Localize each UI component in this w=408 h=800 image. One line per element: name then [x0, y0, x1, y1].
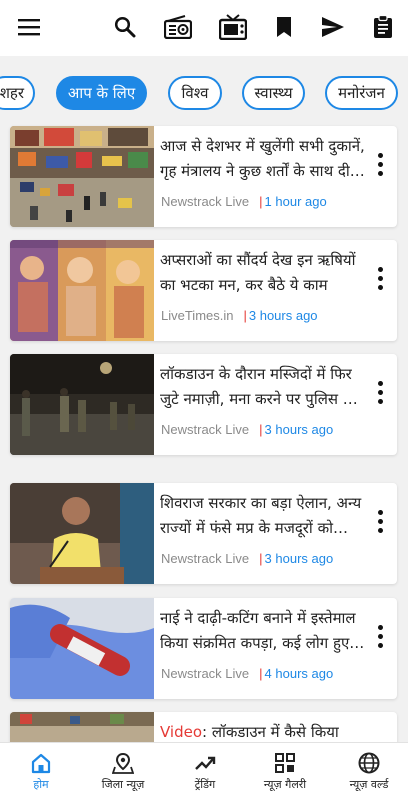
chip-city[interactable]: शहर [0, 76, 35, 110]
bookmark-icon[interactable] [266, 10, 302, 44]
news-source: LiveTimes.in [161, 308, 234, 323]
nav-trending[interactable]: ट्रेंडिंग [180, 743, 230, 800]
news-headline[interactable]: अप्सराओं का सौंदर्य देख इन ऋषियों का भटक… [160, 248, 365, 300]
news-headline-text: : लॉकडाउन में कैसे किया [202, 723, 339, 741]
news-meta: Newstrack Live | 3 hours ago [161, 551, 333, 566]
news-time: 3 hours ago [264, 551, 334, 566]
news-time: 3 hours ago [264, 422, 334, 437]
search-icon[interactable] [107, 10, 143, 44]
bottom-navigation: होम जिला न्यूज़ ट्रेंडिंग न्यूज़ गैलरी न… [0, 742, 408, 800]
news-thumbnail [10, 354, 154, 455]
news-source: Newstrack Live [161, 666, 250, 681]
news-thumbnail [10, 240, 154, 341]
chip-health[interactable]: स्वास्थ्य [242, 76, 305, 110]
nav-label: ट्रेंडिंग [194, 778, 216, 791]
meta-separator: | [259, 666, 263, 681]
trending-icon [195, 756, 216, 770]
meta-separator: | [259, 551, 263, 566]
nav-district-news[interactable]: जिला न्यूज़ [88, 743, 158, 800]
chip-for-you[interactable]: आप के लिए [56, 76, 147, 110]
map-pin-icon [112, 752, 134, 774]
news-source: Newstrack Live [161, 551, 250, 566]
more-options-icon[interactable] [367, 258, 393, 298]
clipboard-icon[interactable] [365, 10, 401, 44]
news-thumbnail [10, 126, 154, 227]
nav-label: होम [33, 778, 49, 791]
news-card[interactable]: शिवराज सरकार का बड़ा ऐलान, अन्य राज्यों … [10, 483, 397, 584]
nav-label: जिला न्यूज़ [101, 778, 145, 791]
nav-home[interactable]: होम [18, 743, 64, 800]
news-time: 4 hours ago [264, 666, 334, 681]
news-headline[interactable]: नाई ने दाढ़ी-कटिंग बनाने में इस्तेमाल कि… [160, 606, 365, 658]
category-tabs: शहर आप के लिए विश्व स्वास्थ्य मनोरंजन [0, 76, 408, 114]
menu-icon[interactable] [11, 10, 47, 44]
more-options-icon[interactable] [367, 144, 393, 184]
news-meta: LiveTimes.in | 3 hours ago [161, 308, 318, 323]
more-options-icon[interactable] [367, 616, 393, 656]
news-thumbnail [10, 483, 154, 584]
nav-label: न्यूज़ वर्ल्ड [349, 778, 389, 791]
news-app-screen: शहर आप के लिए विश्व स्वास्थ्य मनोरंजन आज… [0, 0, 408, 800]
news-time: 1 hour ago [264, 194, 327, 209]
top-toolbar [0, 0, 408, 56]
news-source: Newstrack Live [161, 194, 250, 209]
more-options-icon[interactable] [367, 501, 393, 541]
news-card[interactable]: अप्सराओं का सौंदर्य देख इन ऋषियों का भटक… [10, 240, 397, 341]
news-card[interactable]: आज से देशभर में खुलेंगी सभी दुकानें, गृह… [10, 126, 397, 227]
more-options-icon[interactable] [367, 372, 393, 412]
video-tag: Video [160, 723, 203, 741]
news-time: 3 hours ago [248, 308, 318, 323]
news-meta: Newstrack Live | 4 hours ago [161, 666, 333, 681]
nav-news-world[interactable]: न्यूज़ वर्ल्ड [336, 743, 402, 800]
news-headline[interactable]: आज से देशभर में खुलेंगी सभी दुकानें, गृह… [160, 134, 365, 186]
globe-icon [358, 752, 380, 774]
news-headline[interactable]: शिवराज सरकार का बड़ा ऐलान, अन्य राज्यों … [160, 491, 365, 543]
nav-news-gallery[interactable]: न्यूज़ गैलरी [252, 743, 318, 800]
nav-label: न्यूज़ गैलरी [263, 778, 307, 791]
news-meta: Newstrack Live | 1 hour ago [161, 194, 327, 209]
tv-icon[interactable] [215, 10, 251, 44]
news-card[interactable]: नाई ने दाढ़ी-कटिंग बनाने में इस्तेमाल कि… [10, 598, 397, 699]
news-card[interactable]: लॉकडाउन के दौरान मस्जिदों में फिर जुटे न… [10, 354, 397, 455]
radio-icon[interactable] [160, 10, 196, 44]
meta-separator: | [259, 194, 263, 209]
send-icon[interactable] [315, 10, 351, 44]
news-meta: Newstrack Live | 3 hours ago [161, 422, 333, 437]
home-icon [31, 753, 51, 774]
news-headline[interactable]: लॉकडाउन के दौरान मस्जिदों में फिर जुटे न… [160, 362, 365, 414]
chip-world[interactable]: विश्व [168, 76, 222, 110]
news-thumbnail [10, 598, 154, 699]
news-source: Newstrack Live [161, 422, 250, 437]
meta-separator: | [243, 308, 247, 323]
meta-separator: | [259, 422, 263, 437]
gallery-icon [275, 753, 295, 773]
chip-entertainment[interactable]: मनोरंजन [325, 76, 398, 110]
